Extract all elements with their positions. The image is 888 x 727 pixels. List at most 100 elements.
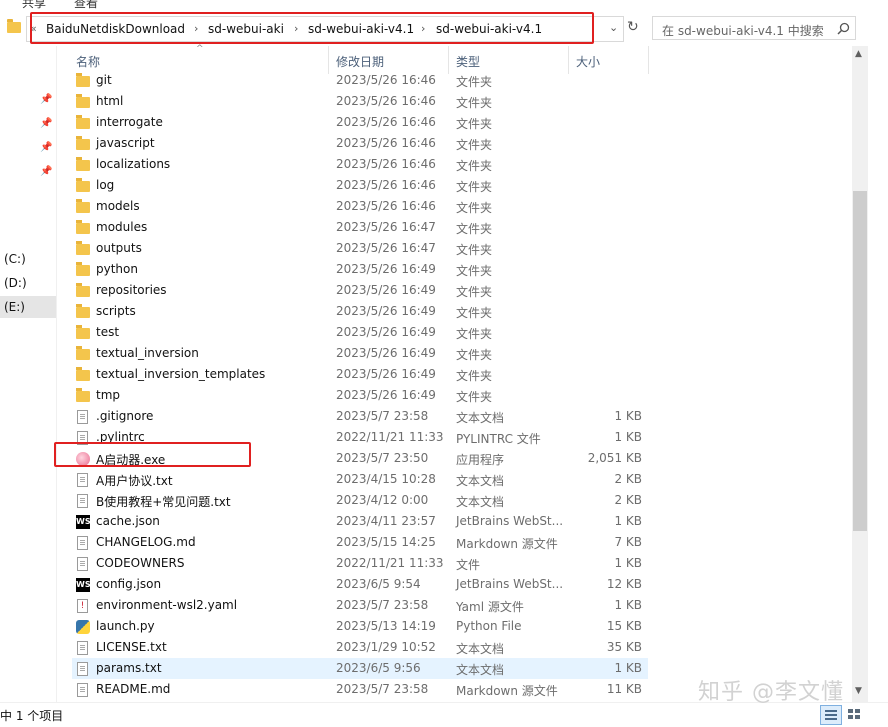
file-name: scripts <box>96 304 136 318</box>
file-date: 2023/5/7 23:50 <box>336 451 429 465</box>
address-bar-area: « BaiduNetdiskDownload › sd-webui-aki › … <box>0 12 888 46</box>
column-header-type[interactable]: 类型 <box>456 53 480 70</box>
nav-drive-d[interactable]: (D:) <box>0 272 56 294</box>
file-name: environment-wsl2.yaml <box>96 598 238 612</box>
refresh-icon[interactable]: ↻ <box>627 19 639 35</box>
sort-chevron-icon: ^ <box>196 44 204 54</box>
file-row[interactable]: test 2023/5/26 16:49 文件夹 <box>72 322 648 343</box>
file-name: javascript <box>96 136 155 150</box>
pin-icon[interactable]: 📌 <box>40 166 52 177</box>
search-icon[interactable] <box>837 22 850 35</box>
details-view-button[interactable] <box>820 705 842 725</box>
file-row[interactable]: A用户协议.txt 2023/4/15 10:28 文本文档 2 KB <box>72 469 648 490</box>
file-name: LICENSE.txt <box>96 640 167 654</box>
scroll-up-icon[interactable]: ▲ <box>855 49 862 59</box>
file-row[interactable]: repositories 2023/5/26 16:49 文件夹 <box>72 280 648 301</box>
file-date: 2023/5/7 23:58 <box>336 682 429 696</box>
file-type: PYLINTRC 文件 <box>456 432 541 446</box>
file-type: 文本文档 <box>456 663 505 677</box>
file-date: 2023/1/29 10:52 <box>336 640 436 654</box>
file-row[interactable]: LICENSE.txt 2023/1/29 10:52 文本文档 35 KB <box>72 637 648 658</box>
large-icons-view-button[interactable] <box>844 705 864 723</box>
file-size: 7 KB <box>614 535 642 549</box>
file-row[interactable]: B使用教程+常见问题.txt 2023/4/12 0:00 文本文档 2 KB <box>72 490 648 511</box>
file-date: 2023/5/26 16:49 <box>336 283 436 297</box>
file-row[interactable]: tmp 2023/5/26 16:49 文件夹 <box>72 385 648 406</box>
file-type: JetBrains WebSt... <box>456 577 564 591</box>
file-row[interactable]: .gitignore 2023/5/7 23:58 文本文档 1 KB <box>72 406 648 427</box>
column-divider[interactable] <box>648 46 649 74</box>
folder-icon <box>76 136 90 150</box>
file-type: 文件 <box>456 558 481 572</box>
file-date: 2023/5/26 16:46 <box>336 178 436 192</box>
file-row[interactable]: outputs 2023/5/26 16:47 文件夹 <box>72 238 648 259</box>
file-date: 2023/5/26 16:49 <box>336 346 436 360</box>
folder-icon <box>7 19 21 33</box>
file-row[interactable]: textual_inversion_templates 2023/5/26 16:… <box>72 364 648 385</box>
file-size: 1 KB <box>614 514 642 528</box>
file-row[interactable]: localizations 2023/5/26 16:46 文件夹 <box>72 154 648 175</box>
file-row[interactable]: python 2023/5/26 16:49 文件夹 <box>72 259 648 280</box>
file-name: html <box>96 94 124 108</box>
file-row[interactable]: README.md 2023/5/7 23:58 Markdown 源文件 11 KB <box>72 679 648 700</box>
file-row[interactable]: launch.py 2023/5/13 14:19 Python File 15 KB <box>72 616 648 637</box>
tab-share[interactable]: 共享 <box>22 0 46 11</box>
vertical-scrollbar[interactable]: ▲ ▼ <box>852 46 868 702</box>
file-row[interactable]: javascript 2023/5/26 16:46 文件夹 <box>72 133 648 154</box>
status-item-count: 中 1 个项目 <box>0 709 64 723</box>
ribbon: 共享 查看 <box>0 0 888 12</box>
nav-drive-e[interactable]: (E:) <box>0 296 56 318</box>
file-row[interactable]: interrogate 2023/5/26 16:46 文件夹 <box>72 112 648 133</box>
text-file-icon <box>77 557 88 571</box>
file-type: 文本文档 <box>456 474 505 488</box>
file-name: log <box>96 178 115 192</box>
text-file-icon <box>77 536 88 550</box>
scroll-down-icon[interactable]: ▼ <box>855 686 862 696</box>
file-name: config.json <box>96 577 162 591</box>
file-name: tmp <box>96 388 121 402</box>
nav-drive-c[interactable]: (C:) <box>0 248 56 270</box>
file-size: 15 KB <box>606 619 642 633</box>
column-header-size[interactable]: 大小 <box>576 53 600 70</box>
file-row[interactable]: log 2023/5/26 16:46 文件夹 <box>72 175 648 196</box>
file-type: 文本文档 <box>456 495 505 509</box>
webstorm-file-icon: WS <box>76 515 91 529</box>
folder-icon <box>76 178 90 192</box>
file-row[interactable]: WS config.json 2023/6/5 9:54 JetBrains WebS… <box>72 574 648 595</box>
file-name: cache.json <box>96 514 160 528</box>
file-row[interactable]: scripts 2023/5/26 16:49 文件夹 <box>72 301 648 322</box>
file-name: textual_inversion_templates <box>96 367 266 381</box>
file-size: 1 KB <box>614 556 642 570</box>
file-row[interactable]: git 2023/5/26 16:46 文件夹 <box>72 70 648 91</box>
scrollbar-thumb[interactable] <box>853 191 867 531</box>
search-input[interactable]: 在 sd-webui-aki-v4.1 中搜索 <box>652 16 856 40</box>
file-row[interactable]: params.txt 2023/6/5 9:56 文本文档 1 KB <box>72 658 648 679</box>
text-file-icon <box>77 662 88 676</box>
file-row[interactable]: html 2023/5/26 16:46 文件夹 <box>72 91 648 112</box>
folder-icon <box>76 325 90 339</box>
pin-icon[interactable]: 📌 <box>40 94 52 105</box>
folder-icon <box>76 73 90 87</box>
tab-view[interactable]: 查看 <box>74 0 98 11</box>
file-name: models <box>96 199 140 213</box>
column-header-date[interactable]: 修改日期 <box>336 53 384 70</box>
file-list: ^ 名称 修改日期 类型 大小 git 2023/5/26 16:46 文件夹 htm… <box>56 44 852 702</box>
pin-icon[interactable]: 📌 <box>40 142 52 153</box>
file-name: test <box>96 325 120 339</box>
file-type: Yaml 源文件 <box>456 600 524 614</box>
file-row[interactable]: modules 2023/5/26 16:47 文件夹 <box>72 217 648 238</box>
file-row[interactable]: ! environment-wsl2.yaml 2023/5/7 23:58 Yaml… <box>72 595 648 616</box>
file-row[interactable]: WS cache.json 2023/4/11 23:57 JetBrains Web… <box>72 511 648 532</box>
file-row[interactable]: models 2023/5/26 16:46 文件夹 <box>72 196 648 217</box>
file-row[interactable]: CHANGELOG.md 2023/5/15 14:25 Markdown 源文件 7… <box>72 532 648 553</box>
column-header-name[interactable]: 名称 <box>76 53 100 70</box>
file-row[interactable]: CODEOWNERS 2022/11/21 11:33 文件 1 KB <box>72 553 648 574</box>
pin-icon[interactable]: 📌 <box>40 118 52 129</box>
file-type: 文件夹 <box>456 201 493 215</box>
file-date: 2023/5/7 23:58 <box>336 409 429 423</box>
file-type: 文件夹 <box>456 327 493 341</box>
file-name: git <box>96 73 112 87</box>
chevron-down-icon[interactable]: ⌄ <box>609 21 618 34</box>
file-date: 2023/5/26 16:49 <box>336 367 436 381</box>
file-row[interactable]: textual_inversion 2023/5/26 16:49 文件夹 <box>72 343 648 364</box>
